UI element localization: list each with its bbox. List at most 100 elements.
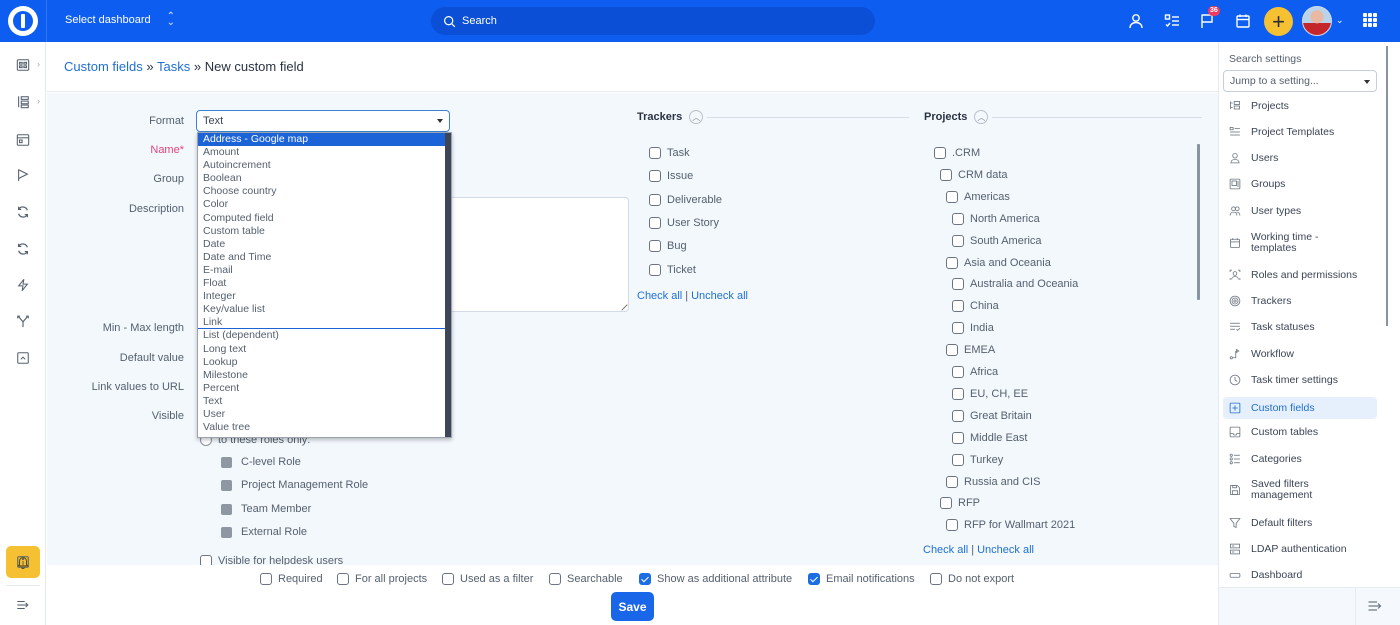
- tracker-checkbox-item[interactable]: User Story: [649, 216, 719, 229]
- checkbox[interactable]: [649, 240, 661, 253]
- checkbox[interactable]: [808, 573, 820, 585]
- breadcrumb-link-custom-fields[interactable]: Custom fields: [64, 59, 143, 74]
- checkbox[interactable]: [200, 555, 212, 565]
- project-checkbox-item[interactable]: CRM data: [940, 168, 1008, 181]
- project-checkbox-item[interactable]: Australia and Oceania: [952, 278, 1078, 291]
- calendar-icon[interactable]: [1234, 12, 1252, 30]
- settings-item-trackers[interactable]: Trackers: [1223, 295, 1377, 307]
- option-checkbox-item[interactable]: Used as a filter: [442, 573, 533, 585]
- role-checkbox-box[interactable]: [221, 479, 232, 491]
- checkbox[interactable]: [934, 147, 946, 159]
- tracker-checkbox-item[interactable]: Issue: [649, 170, 693, 183]
- checkbox[interactable]: [930, 573, 942, 585]
- checkbox[interactable]: [952, 453, 964, 466]
- role-checkbox[interactable]: Team Member: [221, 503, 311, 515]
- format-option[interactable]: Date: [198, 238, 451, 251]
- collapse-chevron-icon[interactable]: ︿: [689, 110, 704, 124]
- checkbox[interactable]: [952, 431, 964, 444]
- projects-uncheck-all-link[interactable]: Uncheck all: [977, 544, 1034, 556]
- settings-item-working-time-templates[interactable]: Working time - templates: [1223, 232, 1377, 254]
- settings-item-user-types[interactable]: User types: [1223, 205, 1377, 217]
- format-option[interactable]: Computed field: [198, 212, 451, 225]
- checkbox[interactable]: [946, 190, 958, 203]
- calendar-icon[interactable]: [15, 132, 31, 148]
- project-checkbox-item[interactable]: EMEA: [946, 344, 995, 357]
- role-checkbox[interactable]: Project Management Role: [221, 479, 368, 491]
- collapse-up-icon[interactable]: [15, 350, 31, 366]
- project-checkbox-item[interactable]: Middle East: [952, 431, 1027, 444]
- option-checkbox-item[interactable]: Do not export: [930, 573, 1014, 585]
- project-checkbox-item[interactable]: Turkey: [952, 453, 1003, 466]
- project-checkbox-item[interactable]: Americas: [946, 190, 1010, 203]
- project-checkbox-item[interactable]: China: [952, 300, 999, 313]
- helpdesk-checkbox[interactable]: Visible for helpdesk users: [200, 555, 343, 565]
- checkbox[interactable]: [946, 256, 958, 269]
- checkbox[interactable]: [337, 573, 349, 585]
- format-option[interactable]: Boolean: [198, 172, 451, 185]
- merge-icon[interactable]: [15, 313, 31, 329]
- settings-item-ldap-authentication[interactable]: LDAP authentication: [1223, 543, 1377, 555]
- tasks-checklist-icon[interactable]: [1163, 12, 1181, 30]
- sync-icon[interactable]: [15, 204, 31, 220]
- tracker-checkbox-item[interactable]: Deliverable: [649, 193, 722, 206]
- settings-item-groups[interactable]: Groups: [1223, 178, 1377, 190]
- checkbox[interactable]: [940, 497, 952, 510]
- format-option[interactable]: Date and Time: [198, 251, 451, 264]
- settings-item-users[interactable]: Users: [1223, 152, 1377, 164]
- format-option[interactable]: Text: [198, 395, 451, 408]
- checkbox[interactable]: [260, 573, 272, 585]
- format-option[interactable]: Color: [198, 198, 451, 211]
- option-checkbox-item[interactable]: For all projects: [337, 573, 427, 585]
- jump-to-setting-select[interactable]: Jump to a setting...: [1223, 70, 1377, 92]
- format-option[interactable]: Long text: [198, 343, 451, 356]
- settings-item-project-templates[interactable]: Project Templates: [1223, 126, 1377, 138]
- add-button[interactable]: +: [1264, 7, 1293, 36]
- flag-icon[interactable]: [15, 167, 31, 183]
- checkbox[interactable]: [940, 168, 952, 181]
- settings-item-custom-fields[interactable]: Custom fields: [1223, 397, 1377, 419]
- project-checkbox-item[interactable]: Russia and CIS: [946, 475, 1040, 488]
- tracker-checkbox-item[interactable]: Ticket: [649, 263, 696, 276]
- format-option[interactable]: Value tree: [198, 421, 451, 434]
- global-search[interactable]: Search: [431, 7, 875, 35]
- save-button[interactable]: Save: [611, 592, 654, 621]
- tracker-checkbox-item[interactable]: Task: [649, 147, 690, 159]
- checkbox[interactable]: [639, 573, 651, 585]
- format-option[interactable]: Lookup: [198, 356, 451, 369]
- format-option[interactable]: Key/value list: [198, 303, 451, 316]
- option-checkbox-item[interactable]: Required: [260, 573, 323, 585]
- format-option[interactable]: Percent: [198, 382, 451, 395]
- checkbox[interactable]: [946, 519, 958, 532]
- info-icon[interactable]: [15, 554, 31, 570]
- project-checkbox-item[interactable]: RFP: [940, 497, 980, 510]
- format-option[interactable]: Milestone: [198, 369, 451, 382]
- checkbox[interactable]: [952, 234, 964, 247]
- checkbox[interactable]: [649, 193, 661, 206]
- checkbox[interactable]: [649, 147, 661, 159]
- settings-item-projects[interactable]: Projects: [1223, 100, 1377, 112]
- format-option[interactable]: Choose country: [198, 185, 451, 198]
- role-checkbox[interactable]: C-level Role: [221, 456, 301, 468]
- project-checkbox-item[interactable]: .CRM: [934, 147, 980, 159]
- format-select[interactable]: Text: [196, 110, 450, 132]
- format-option[interactable]: Address - Google map: [198, 133, 451, 147]
- checkbox[interactable]: [952, 409, 964, 422]
- resize-handle-icon[interactable]: [616, 299, 628, 311]
- checkbox[interactable]: [442, 573, 454, 585]
- format-option[interactable]: User: [198, 408, 451, 421]
- user-icon[interactable]: [1127, 12, 1145, 30]
- dashboard-icon[interactable]: [15, 57, 31, 73]
- format-dropdown-list[interactable]: Address - Google map Amount Autoincrement B…: [197, 132, 452, 438]
- checkbox[interactable]: [952, 300, 964, 313]
- trackers-check-all-link[interactable]: Check all: [637, 290, 682, 302]
- checkbox[interactable]: [649, 170, 661, 183]
- format-option[interactable]: E-mail: [198, 264, 451, 277]
- settings-item-workflow[interactable]: Workflow: [1223, 348, 1377, 360]
- avatar[interactable]: [1302, 6, 1332, 36]
- checkbox[interactable]: [952, 322, 964, 335]
- format-option[interactable]: Link: [198, 316, 451, 330]
- description-textarea[interactable]: [437, 197, 629, 312]
- app-logo[interactable]: [8, 6, 38, 36]
- checkbox[interactable]: [549, 573, 561, 585]
- lightning-icon[interactable]: [15, 277, 31, 293]
